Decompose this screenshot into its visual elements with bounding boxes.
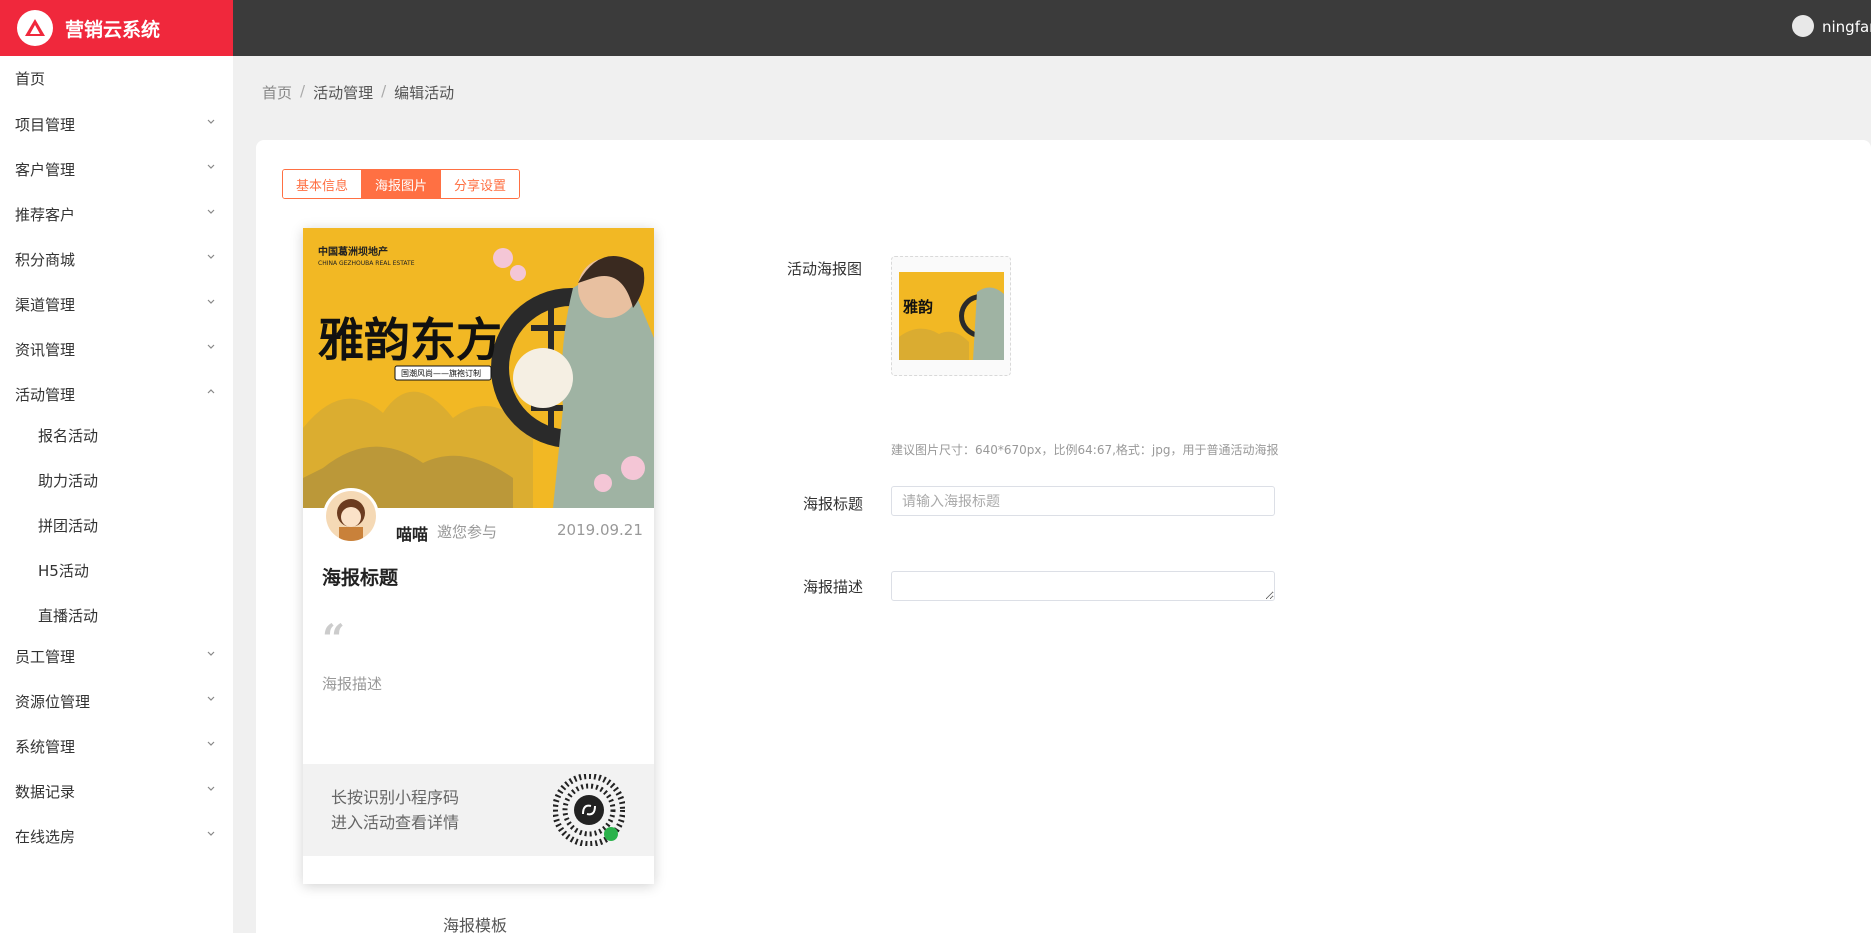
tab-share-settings[interactable]: 分享设置 bbox=[441, 170, 520, 198]
sidebar-item-label: 推荐客户 bbox=[15, 205, 76, 224]
sidebar-item[interactable]: 项目管理 bbox=[0, 104, 233, 144]
sidebar-item-label: 拼团活动 bbox=[38, 516, 99, 535]
chevron-down-icon bbox=[206, 828, 216, 838]
sidebar-item-label: 活动管理 bbox=[15, 385, 76, 404]
chevron-down-icon bbox=[206, 251, 216, 261]
poster-date: 2019.09.21 bbox=[557, 521, 643, 539]
poster-footer-line1: 长按识别小程序码 bbox=[331, 788, 460, 807]
poster-brand-cn: 中国葛洲坝地产 bbox=[318, 245, 388, 258]
tab-group: 基本信息 海报图片 分享设置 bbox=[282, 169, 521, 199]
sidebar-item[interactable]: 员工管理 bbox=[0, 636, 233, 676]
poster-preview: 中国葛洲坝地产 CHINA GEZHOUBA REAL ESTATE 雅韵东方 … bbox=[303, 228, 654, 884]
tab-basic-info[interactable]: 基本信息 bbox=[283, 170, 363, 198]
breadcrumb-section[interactable]: 活动管理 bbox=[313, 82, 373, 103]
poster-desc-label: 海报描述 bbox=[803, 578, 864, 596]
poster-desc-textarea[interactable] bbox=[891, 571, 1275, 601]
sidebar-item[interactable]: 资源位管理 bbox=[0, 681, 233, 721]
poster-tagline: 国潮风尚——旗袍订制 bbox=[401, 368, 481, 378]
user-avatar[interactable] bbox=[1792, 15, 1814, 37]
chevron-down-icon bbox=[206, 116, 216, 126]
sidebar-item[interactable]: 直播活动 bbox=[0, 595, 233, 635]
top-bar bbox=[233, 0, 1871, 56]
poster-image-label: 活动海报图 bbox=[787, 260, 863, 278]
chevron-down-icon bbox=[206, 341, 216, 351]
poster-title: 海报标题 bbox=[322, 567, 399, 589]
sidebar-item[interactable]: 数据记录 bbox=[0, 771, 233, 811]
sidebar-item-label: 首页 bbox=[15, 69, 46, 88]
poster-invite-text: 邀您参与 bbox=[437, 523, 498, 541]
sidebar-item-label: H5活动 bbox=[38, 561, 89, 580]
poster-avatar bbox=[323, 488, 379, 544]
sidebar-item[interactable]: 在线选房 bbox=[0, 816, 233, 856]
sidebar-item-label: 渠道管理 bbox=[15, 295, 76, 314]
app-title: 营销云系统 bbox=[65, 18, 161, 41]
chevron-down-icon bbox=[206, 161, 216, 171]
sidebar-item-label: 数据记录 bbox=[15, 782, 76, 801]
poster-image-upload[interactable]: 雅韵 bbox=[891, 256, 1011, 376]
sidebar-item[interactable]: 助力活动 bbox=[0, 460, 233, 500]
sidebar-item-label: 资讯管理 bbox=[15, 340, 76, 359]
poster-nickname: 喵喵 bbox=[396, 525, 429, 544]
poster-footer: 长按识别小程序码 进入活动查看详情 bbox=[303, 764, 654, 856]
poster-image-thumbnail: 雅韵 bbox=[899, 272, 1004, 360]
sidebar-item[interactable]: 资讯管理 bbox=[0, 329, 233, 369]
logo-icon bbox=[17, 10, 53, 46]
sidebar-item[interactable]: 客户管理 bbox=[0, 149, 233, 189]
app-brand[interactable]: 营销云系统 bbox=[0, 0, 233, 56]
sidebar-item-label: 系统管理 bbox=[15, 737, 76, 756]
sidebar-item-label: 在线选房 bbox=[15, 827, 76, 846]
quote-icon: “ bbox=[322, 616, 346, 663]
poster-banner-image: 中国葛洲坝地产 CHINA GEZHOUBA REAL ESTATE 雅韵东方 … bbox=[303, 228, 654, 508]
tab-poster-image[interactable]: 海报图片 bbox=[362, 170, 442, 198]
upload-hint: 建议图片尺寸：640*670px，比例64:67,格式：jpg，用于普通活动海报 bbox=[891, 443, 1279, 457]
chevron-up-icon bbox=[206, 386, 216, 396]
svg-text:雅韵: 雅韵 bbox=[902, 298, 933, 316]
poster-title-label: 海报标题 bbox=[803, 495, 864, 513]
sidebar-item-label: 员工管理 bbox=[15, 647, 76, 666]
breadcrumb-separator: / bbox=[381, 82, 387, 100]
poster-headline: 雅韵东方 bbox=[318, 313, 502, 367]
sidebar-item[interactable]: 活动管理 bbox=[0, 374, 233, 414]
sidebar-item[interactable]: 拼团活动 bbox=[0, 505, 233, 545]
breadcrumb-separator: / bbox=[300, 82, 306, 100]
chevron-down-icon bbox=[206, 296, 216, 306]
sidebar-item-label: 报名活动 bbox=[38, 426, 99, 445]
sidebar-item[interactable]: 报名活动 bbox=[0, 415, 233, 455]
user-name[interactable]: ningfan bbox=[1822, 18, 1871, 36]
breadcrumb: 首页 / 活动管理 / 编辑活动 bbox=[262, 82, 454, 103]
sidebar-item[interactable]: H5活动 bbox=[0, 550, 233, 590]
sidebar-item[interactable]: 积分商城 bbox=[0, 239, 233, 279]
poster-footer-line2: 进入活动查看详情 bbox=[331, 813, 460, 832]
chevron-down-icon bbox=[206, 648, 216, 658]
miniprogram-code-icon bbox=[552, 773, 626, 847]
sidebar-item-label: 项目管理 bbox=[15, 115, 76, 134]
chevron-down-icon bbox=[206, 206, 216, 216]
sidebar-item[interactable]: 系统管理 bbox=[0, 726, 233, 766]
sidebar-item-label: 直播活动 bbox=[38, 606, 99, 625]
poster-description: 海报描述 bbox=[322, 675, 383, 693]
sidebar-item-label: 积分商城 bbox=[15, 250, 76, 269]
sidebar-item[interactable]: 首页 bbox=[0, 58, 233, 98]
chevron-down-icon bbox=[206, 693, 216, 703]
sidebar-item-label: 资源位管理 bbox=[15, 692, 91, 711]
poster-template-label: 海报模板 bbox=[443, 916, 508, 933]
chevron-down-icon bbox=[206, 783, 216, 793]
breadcrumb-home[interactable]: 首页 bbox=[262, 82, 292, 103]
poster-title-input[interactable] bbox=[891, 486, 1275, 516]
poster-brand-en: CHINA GEZHOUBA REAL ESTATE bbox=[318, 260, 415, 267]
sidebar-item[interactable]: 推荐客户 bbox=[0, 194, 233, 234]
sidebar-item[interactable]: 渠道管理 bbox=[0, 284, 233, 324]
breadcrumb-current: 编辑活动 bbox=[394, 84, 455, 102]
sidebar-item-label: 客户管理 bbox=[15, 160, 76, 179]
sidebar-item-label: 助力活动 bbox=[38, 471, 99, 490]
chevron-down-icon bbox=[206, 738, 216, 748]
